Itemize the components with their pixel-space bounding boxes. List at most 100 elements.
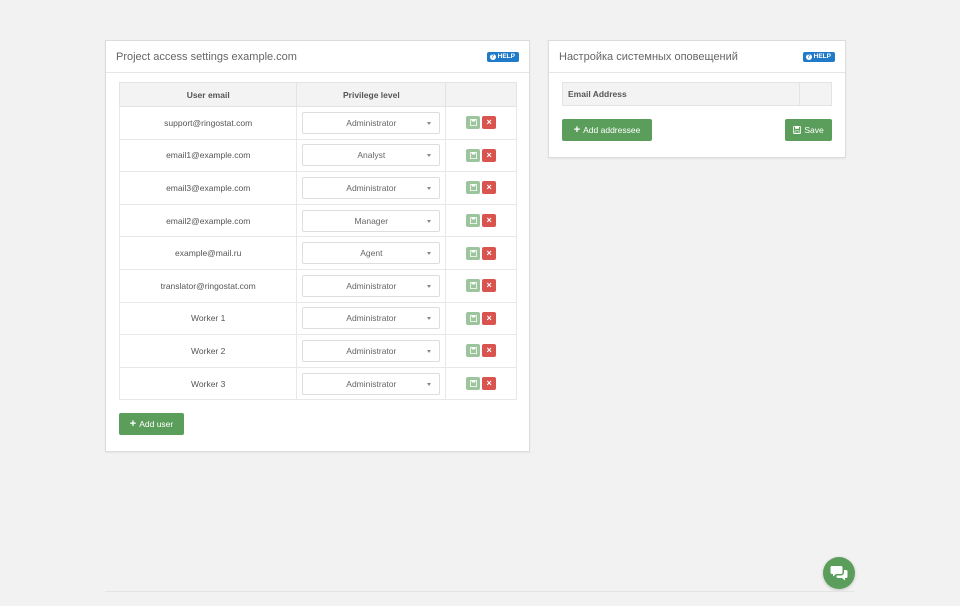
privilege-select[interactable]: Administrator [302,339,441,362]
row-delete-button[interactable]: × [482,214,497,228]
user-email-cell: example@mail.ru [118,236,298,270]
add-addressee-button[interactable]: + Add addressee [562,119,652,141]
save-label: Save [804,125,824,135]
row-delete-button[interactable]: × [482,181,497,195]
privilege-value: Administrator [346,313,397,324]
floppy-disk-icon [469,314,477,322]
privilege-cell: Administrator [296,334,447,368]
close-icon: × [486,345,492,356]
table-header-row: User email Privilege level [118,82,517,107]
floppy-disk-icon [469,217,477,225]
panel-title: Настройка системных оповещений [559,50,738,63]
close-icon: × [486,280,492,291]
caret-down-icon [427,186,432,190]
privilege-cell: Administrator [296,171,447,205]
privilege-cell: Administrator [296,268,447,303]
save-button[interactable]: Save [785,119,832,141]
row-save-button[interactable] [466,344,481,358]
user-email-cell: Worker 2 [118,334,298,368]
chat-bubbles-icon [830,566,848,581]
close-icon: × [486,149,492,160]
privilege-select[interactable]: Administrator [302,111,441,134]
privilege-value: Analyst [357,150,386,161]
user-email-cell: Worker 1 [118,301,298,336]
close-icon: × [486,182,492,193]
row-save-button[interactable] [466,214,481,228]
privilege-select[interactable]: Manager [302,209,441,232]
privilege-cell: Administrator [296,366,447,401]
column-header-actions [799,82,832,106]
actions-cell: × [445,171,517,205]
help-button[interactable]: ? HELP [802,51,835,62]
table-row: email2@example.com Manager × [118,203,517,238]
close-icon: × [486,378,492,389]
close-icon: × [486,117,492,128]
caret-down-icon [427,349,432,353]
row-save-button[interactable] [466,116,481,130]
caret-down-icon [427,382,432,386]
footer-divider [105,591,855,592]
floppy-disk-icon [469,151,477,159]
panel-title: Project access settings example.com [116,50,297,63]
privilege-value: Manager [354,215,389,226]
privilege-cell: Agent [296,236,447,270]
floppy-disk-icon [469,347,477,355]
notifications-header: Настройка системных оповещений ? HELP [549,41,845,73]
user-email-cell: email2@example.com [118,203,298,238]
row-delete-button[interactable]: × [482,377,497,391]
chat-button[interactable] [823,557,855,589]
table-row: translator@ringostat.com Administrator × [118,268,517,303]
row-save-button[interactable] [466,279,481,293]
column-header-actions [445,82,517,107]
privilege-value: Administrator [346,117,397,128]
row-delete-button[interactable]: × [482,116,497,130]
row-save-button[interactable] [466,311,481,325]
row-delete-button[interactable]: × [482,246,497,260]
caret-down-icon [427,121,432,125]
floppy-disk-icon [469,380,477,388]
help-button[interactable]: ? HELP [486,51,519,62]
column-header-email-address: Email Address [562,82,800,106]
add-addressee-label: Add addressee [583,125,641,135]
row-delete-button[interactable]: × [482,148,497,162]
privilege-value: Agent [360,248,383,259]
add-user-button[interactable]: + Add user [119,413,184,435]
row-delete-button[interactable]: × [482,279,497,293]
row-save-button[interactable] [466,246,481,260]
privilege-select[interactable]: Administrator [302,372,441,395]
privilege-select[interactable]: Administrator [302,307,441,330]
row-save-button[interactable] [466,148,481,162]
floppy-disk-icon [469,184,477,192]
privilege-select[interactable]: Analyst [302,144,441,167]
actions-cell: × [445,268,517,303]
privilege-cell: Analyst [296,138,447,173]
user-email-cell: Worker 3 [118,366,298,401]
plus-icon: + [573,123,581,136]
privilege-select[interactable]: Administrator [302,274,441,297]
actions-cell: × [445,366,517,401]
caret-down-icon [427,317,432,321]
close-icon: × [486,312,492,323]
user-email-cell: email1@example.com [118,138,298,173]
actions-cell: × [445,334,517,368]
privilege-value: Administrator [346,182,397,193]
table-row: email3@example.com Administrator × [118,171,517,205]
row-save-button[interactable] [466,181,481,195]
close-icon: × [486,215,492,226]
privilege-select[interactable]: Administrator [302,176,441,199]
row-save-button[interactable] [466,377,481,391]
close-icon: × [486,247,492,258]
email-addresses-table: Email Address [562,82,832,106]
access-settings-panel: Project access settings example.com ? HE… [105,40,530,452]
row-delete-button[interactable]: × [482,344,497,358]
privilege-select[interactable]: Agent [302,242,441,265]
table-row: Worker 2 Administrator × [118,334,517,368]
privilege-value: Administrator [346,378,397,389]
column-header-privilege-level: Privilege level [296,82,447,107]
table-row: example@mail.ru Agent × [118,236,517,270]
actions-cell: × [445,301,517,336]
table-row: Worker 3 Administrator × [118,366,517,401]
row-delete-button[interactable]: × [482,311,497,325]
floppy-disk-icon [469,249,477,257]
add-user-label: Add user [139,419,174,429]
